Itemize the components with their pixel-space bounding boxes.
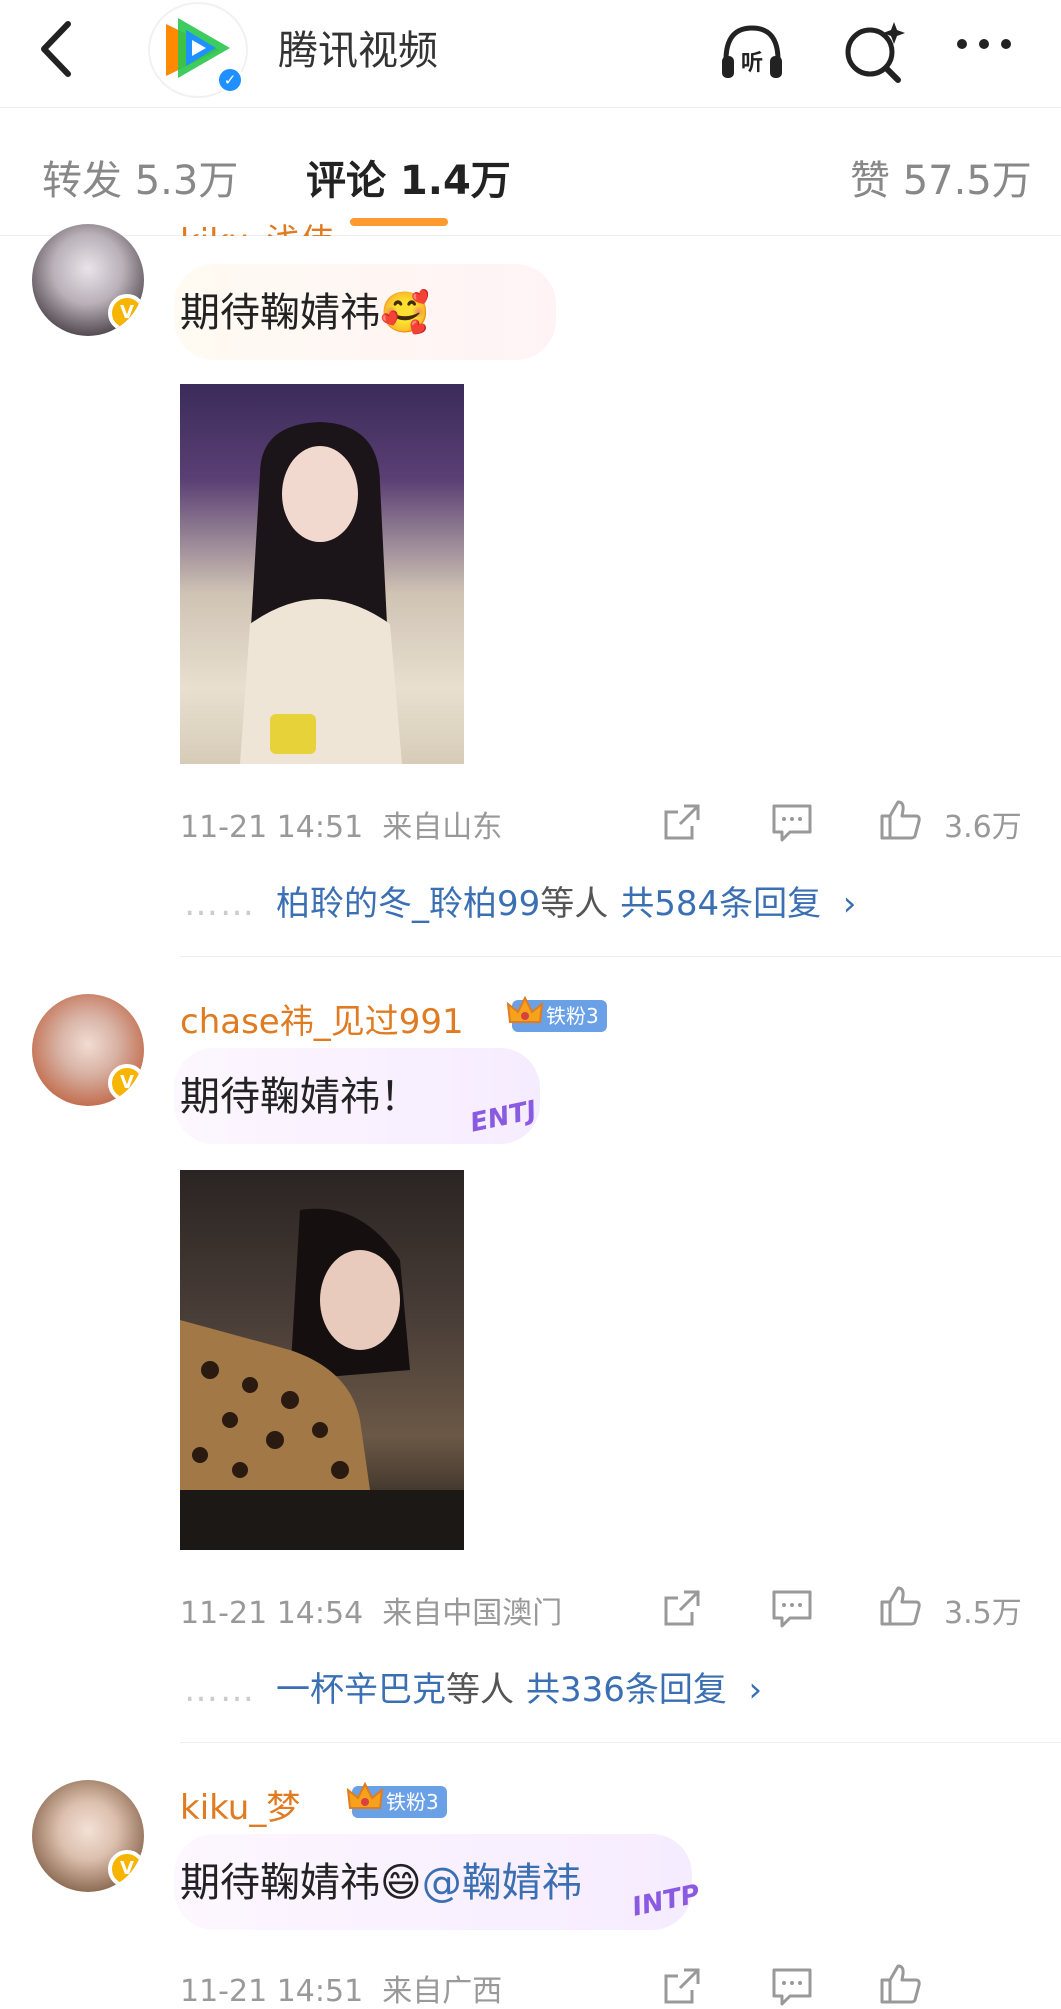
like-thumb-icon[interactable] (876, 1960, 924, 2008)
chevron-right-icon: › (748, 1670, 763, 1710)
crown-icon (506, 995, 544, 1023)
avatar[interactable]: V (32, 224, 144, 336)
comment-photo[interactable] (180, 384, 464, 764)
avatar[interactable]: V (32, 1780, 144, 1892)
emoji: 😄 (380, 1860, 422, 1906)
comment-meta: 11-21 14:51 来自山东 (180, 810, 503, 845)
top-bar: ✓ 腾讯视频 听 (0, 0, 1061, 108)
back-arrow-icon[interactable] (34, 14, 84, 84)
tab-repost[interactable]: 转发 5.3万 (42, 148, 238, 206)
like-count: 3.6万 (944, 810, 1022, 845)
share-icon[interactable] (658, 1584, 706, 1632)
photo-portrait-figure (240, 422, 402, 764)
share-icon[interactable] (658, 798, 706, 846)
comment-username[interactable]: kiku_浅伟 (180, 214, 334, 236)
more-options-icon[interactable] (948, 16, 1020, 88)
comment-item: V chase祎_见过991 铁粉3 期待鞠婧祎！ ENTJ 11-21 14:… (0, 990, 1061, 1730)
tab-comments[interactable]: 评论 1.4万 (306, 148, 511, 206)
active-tab-indicator (350, 218, 448, 226)
verified-badge-icon: V (108, 1064, 144, 1102)
comment-username[interactable]: chase祎_见过991 (180, 994, 464, 1043)
verified-badge-icon: V (108, 294, 144, 332)
listen-headphones-icon[interactable]: 听 (716, 16, 788, 88)
comment-item: V 期待鞠婧祎🥰 11-21 14:51 来自山东 3.6万 …… 柏聆的冬_聆柏… (0, 222, 1061, 950)
comment-text: 期待鞠婧祎😄@鞠婧祎 (180, 1860, 582, 1906)
page-title: 腾讯视频 (278, 28, 438, 74)
comment-text: 期待鞠婧祎！ (180, 1074, 420, 1120)
fan-level-badge: 铁粉3 (506, 995, 607, 1032)
mention-link[interactable]: @鞠婧祎 (422, 1860, 582, 1906)
comment-item: V kiku_梦 铁粉3 期待鞠婧祎😄@鞠婧祎 INTP 11-21 14:51… (0, 1776, 1061, 2009)
verified-badge-icon: V (108, 1850, 144, 1888)
crown-icon (346, 1781, 384, 1809)
reply-dots: …… (184, 884, 256, 924)
comment-photo[interactable] (180, 1170, 464, 1550)
like-thumb-icon[interactable] (876, 796, 924, 844)
search-sparkle-icon[interactable] (838, 16, 910, 88)
share-icon[interactable] (658, 1962, 706, 2009)
comment-meta: 11-21 14:54 来自中国澳门 (180, 1596, 563, 1631)
svg-text:听: 听 (741, 51, 763, 76)
like-count: 3.5万 (944, 1596, 1022, 1631)
emoji: 🥰 (380, 290, 430, 336)
fan-level-badge: 铁粉3 (346, 1781, 447, 1818)
photo-portrait-figure (180, 1208, 464, 1550)
tab-bar: 转发 5.3万 评论 1.4万 赞 57.5万 (0, 108, 1061, 236)
account-avatar[interactable]: ✓ (150, 4, 246, 96)
divider (180, 1742, 1061, 1743)
divider (180, 956, 1061, 957)
like-thumb-icon[interactable] (876, 1582, 924, 1630)
reply-summary-link[interactable]: …… 一杯辛巴克等人 共336条回复 › (184, 1662, 762, 1711)
reply-dots: …… (184, 1670, 256, 1710)
comment-text: 期待鞠婧祎🥰 (180, 290, 430, 336)
tab-likes[interactable]: 赞 57.5万 (850, 148, 1032, 206)
comment-icon[interactable] (768, 1584, 816, 1632)
chevron-right-icon: › (842, 884, 857, 924)
comment-icon[interactable] (768, 1962, 816, 2009)
avatar[interactable]: V (32, 994, 144, 1106)
comment-meta: 11-21 14:51 来自广西 (180, 1974, 503, 2009)
comment-username[interactable]: kiku_梦 (180, 1780, 300, 1829)
comment-icon[interactable] (768, 798, 816, 846)
verified-badge-icon: ✓ (216, 66, 244, 94)
reply-summary-link[interactable]: …… 柏聆的冬_聆柏99等人 共584条回复 › (184, 876, 856, 925)
